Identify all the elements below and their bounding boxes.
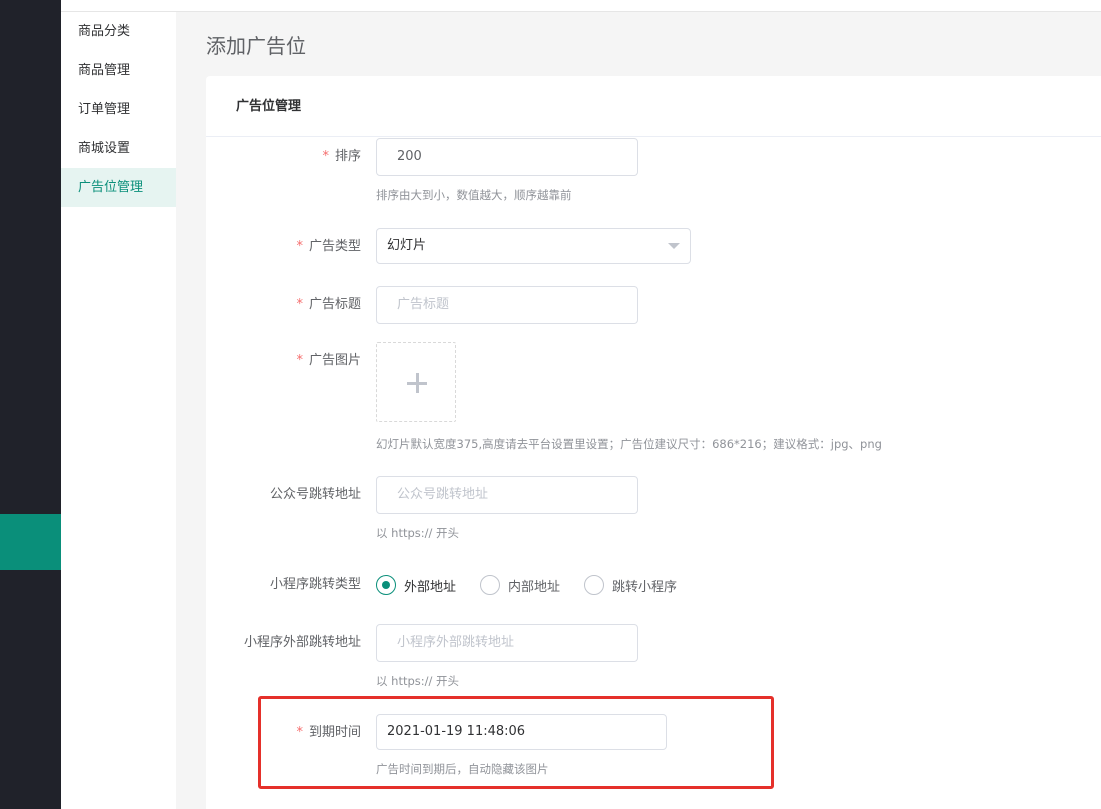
radio-external[interactable]: 外部地址: [376, 575, 456, 595]
mini-jump-type-label: 小程序跳转类型: [269, 577, 361, 592]
submenu-item-ad-management[interactable]: 广告位管理: [61, 168, 176, 207]
expire-time-hint: 广告时间到期后，自动隐藏该图片: [376, 762, 549, 776]
mp-url-hint: 以 https:// 开头: [376, 526, 460, 540]
sort-label: * 排序: [322, 149, 361, 164]
mini-ext-url-label: 小程序外部跳转地址: [243, 635, 361, 650]
required-star: *: [296, 297, 303, 312]
card-header: 广告位管理: [206, 76, 1101, 137]
main-sidebar-active-item[interactable]: [0, 514, 61, 570]
mini-jump-type-radio-group: 外部地址 内部地址 跳转小程序: [376, 566, 701, 604]
submenu-item-category[interactable]: 商品分类: [61, 12, 176, 51]
plus-icon-vertical: [415, 373, 419, 393]
ad-type-select[interactable]: 幻灯片: [376, 228, 691, 264]
mp-url-input[interactable]: 公众号跳转地址: [376, 476, 638, 514]
ad-title-input[interactable]: 广告标题: [376, 286, 638, 324]
expire-time-label: * 到期时间: [296, 725, 361, 740]
sort-input[interactable]: 200: [376, 138, 638, 176]
chevron-down-icon: [668, 243, 680, 249]
main-sidebar: [0, 0, 61, 809]
radio-dot: [584, 575, 605, 595]
required-star: *: [296, 725, 303, 740]
submenu-item-goods[interactable]: 商品管理: [61, 51, 176, 90]
ad-type-label: * 广告类型: [296, 239, 361, 254]
ad-image-hint: 幻灯片默认宽度375,高度请去平台设置里设置；广告位建议尺寸：686*216；建…: [376, 437, 882, 451]
ad-title-label: * 广告标题: [296, 297, 361, 312]
form-row-ad-type: * 广告类型 幻灯片: [206, 228, 1101, 264]
ad-type-value: 幻灯片: [387, 238, 427, 253]
radio-label: 外部地址: [404, 579, 457, 595]
sort-hint: 排序由大到小，数值越大，顺序越靠前: [376, 188, 572, 202]
radio-dot: [480, 575, 501, 595]
submenu-item-orders[interactable]: 订单管理: [61, 90, 176, 129]
page-title: 添加广告位: [206, 34, 306, 58]
ad-image-label: * 广告图片: [296, 353, 361, 368]
required-star: *: [296, 353, 303, 368]
submenu: 商品分类 商品管理 订单管理 商城设置 广告位管理: [61, 12, 176, 809]
radio-internal[interactable]: 内部地址: [480, 575, 560, 595]
mini-ext-url-input[interactable]: 小程序外部跳转地址: [376, 624, 638, 662]
submenu-item-mall-settings[interactable]: 商城设置: [61, 129, 176, 168]
radio-label: 内部地址: [508, 579, 561, 595]
radio-mini-program[interactable]: 跳转小程序: [584, 575, 677, 595]
image-upload[interactable]: [376, 342, 456, 422]
form-row-ad-image: * 广告图片 幻灯片默认宽度375,高度请去平台设置里设置；广告位建议尺寸：686…: [206, 342, 1101, 451]
mini-ext-url-hint: 以 https:// 开头: [376, 674, 460, 688]
radio-label: 跳转小程序: [612, 579, 678, 595]
form-card: 广告位管理 * 排序 200 排序由大到小，数值越大，顺序越靠前 * 广告类型 幻灯…: [206, 76, 1101, 809]
radio-dot: [376, 575, 396, 595]
mp-url-label: 公众号跳转地址: [269, 487, 361, 502]
top-bar: [61, 0, 1101, 12]
required-star: *: [322, 149, 329, 164]
expire-time-picker[interactable]: 2021-01-19 11:48:06: [376, 714, 667, 750]
required-star: *: [296, 239, 303, 254]
